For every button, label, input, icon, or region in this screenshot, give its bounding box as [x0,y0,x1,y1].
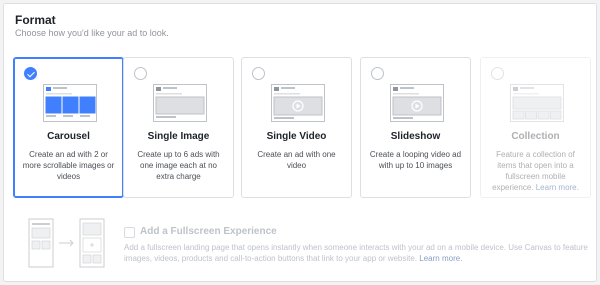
fullscreen-description-text: Add a fullscreen landing page that opens… [124,243,588,263]
format-card-single-image[interactable]: Single Image Create up to 6 ads with one… [123,57,234,198]
format-panel: Format Choose how you'd like your ad to … [3,3,597,282]
card-title: Carousel [47,131,90,142]
carousel-thumbnail-icon [43,84,97,122]
radio-button [491,67,504,80]
section-title: Format [15,13,56,27]
card-title: Slideshow [390,131,441,142]
section-subtitle: Choose how you'd like your ad to look. [15,28,169,38]
fullscreen-experience-section: Add a Fullscreen Experience Add a fullsc… [4,212,598,282]
card-description: Feature a collection of items that open … [489,149,582,193]
card-description: Create a looping video ad with up to 10 … [369,150,462,170]
fullscreen-illustration-icon [28,218,105,268]
learn-more-link[interactable]: Learn more. [536,183,579,192]
fullscreen-title: Add a Fullscreen Experience [140,226,277,237]
collection-thumbnail-icon [510,84,564,122]
learn-more-link: Learn more. [419,254,463,263]
slideshow-thumbnail-icon [390,84,444,122]
check-icon[interactable] [24,67,37,80]
fullscreen-checkbox [124,227,135,238]
format-card-collection: Collection Feature a collection of items… [480,57,591,198]
radio-button[interactable] [371,67,384,80]
single-image-thumbnail-icon [153,84,207,122]
format-card-slideshow[interactable]: Slideshow Create a looping video ad with… [360,57,471,198]
format-card-single-video[interactable]: Single Video Create an ad with one video [241,57,352,198]
radio-button[interactable] [134,67,147,80]
format-card-carousel[interactable]: Carousel Create an ad with 2 or more scr… [13,57,124,198]
fullscreen-description: Add a fullscreen landing page that opens… [124,242,590,264]
card-title: Collection [511,131,560,142]
card-title: Single Video [266,131,327,142]
card-description: Create an ad with 2 or more scrollable i… [22,150,115,181]
single-video-thumbnail-icon [271,84,325,122]
radio-button[interactable] [252,67,265,80]
card-description: Create an ad with one video [257,150,336,170]
card-description: Create up to 6 ads with one image each a… [137,150,220,181]
card-title: Single Image [147,131,210,142]
